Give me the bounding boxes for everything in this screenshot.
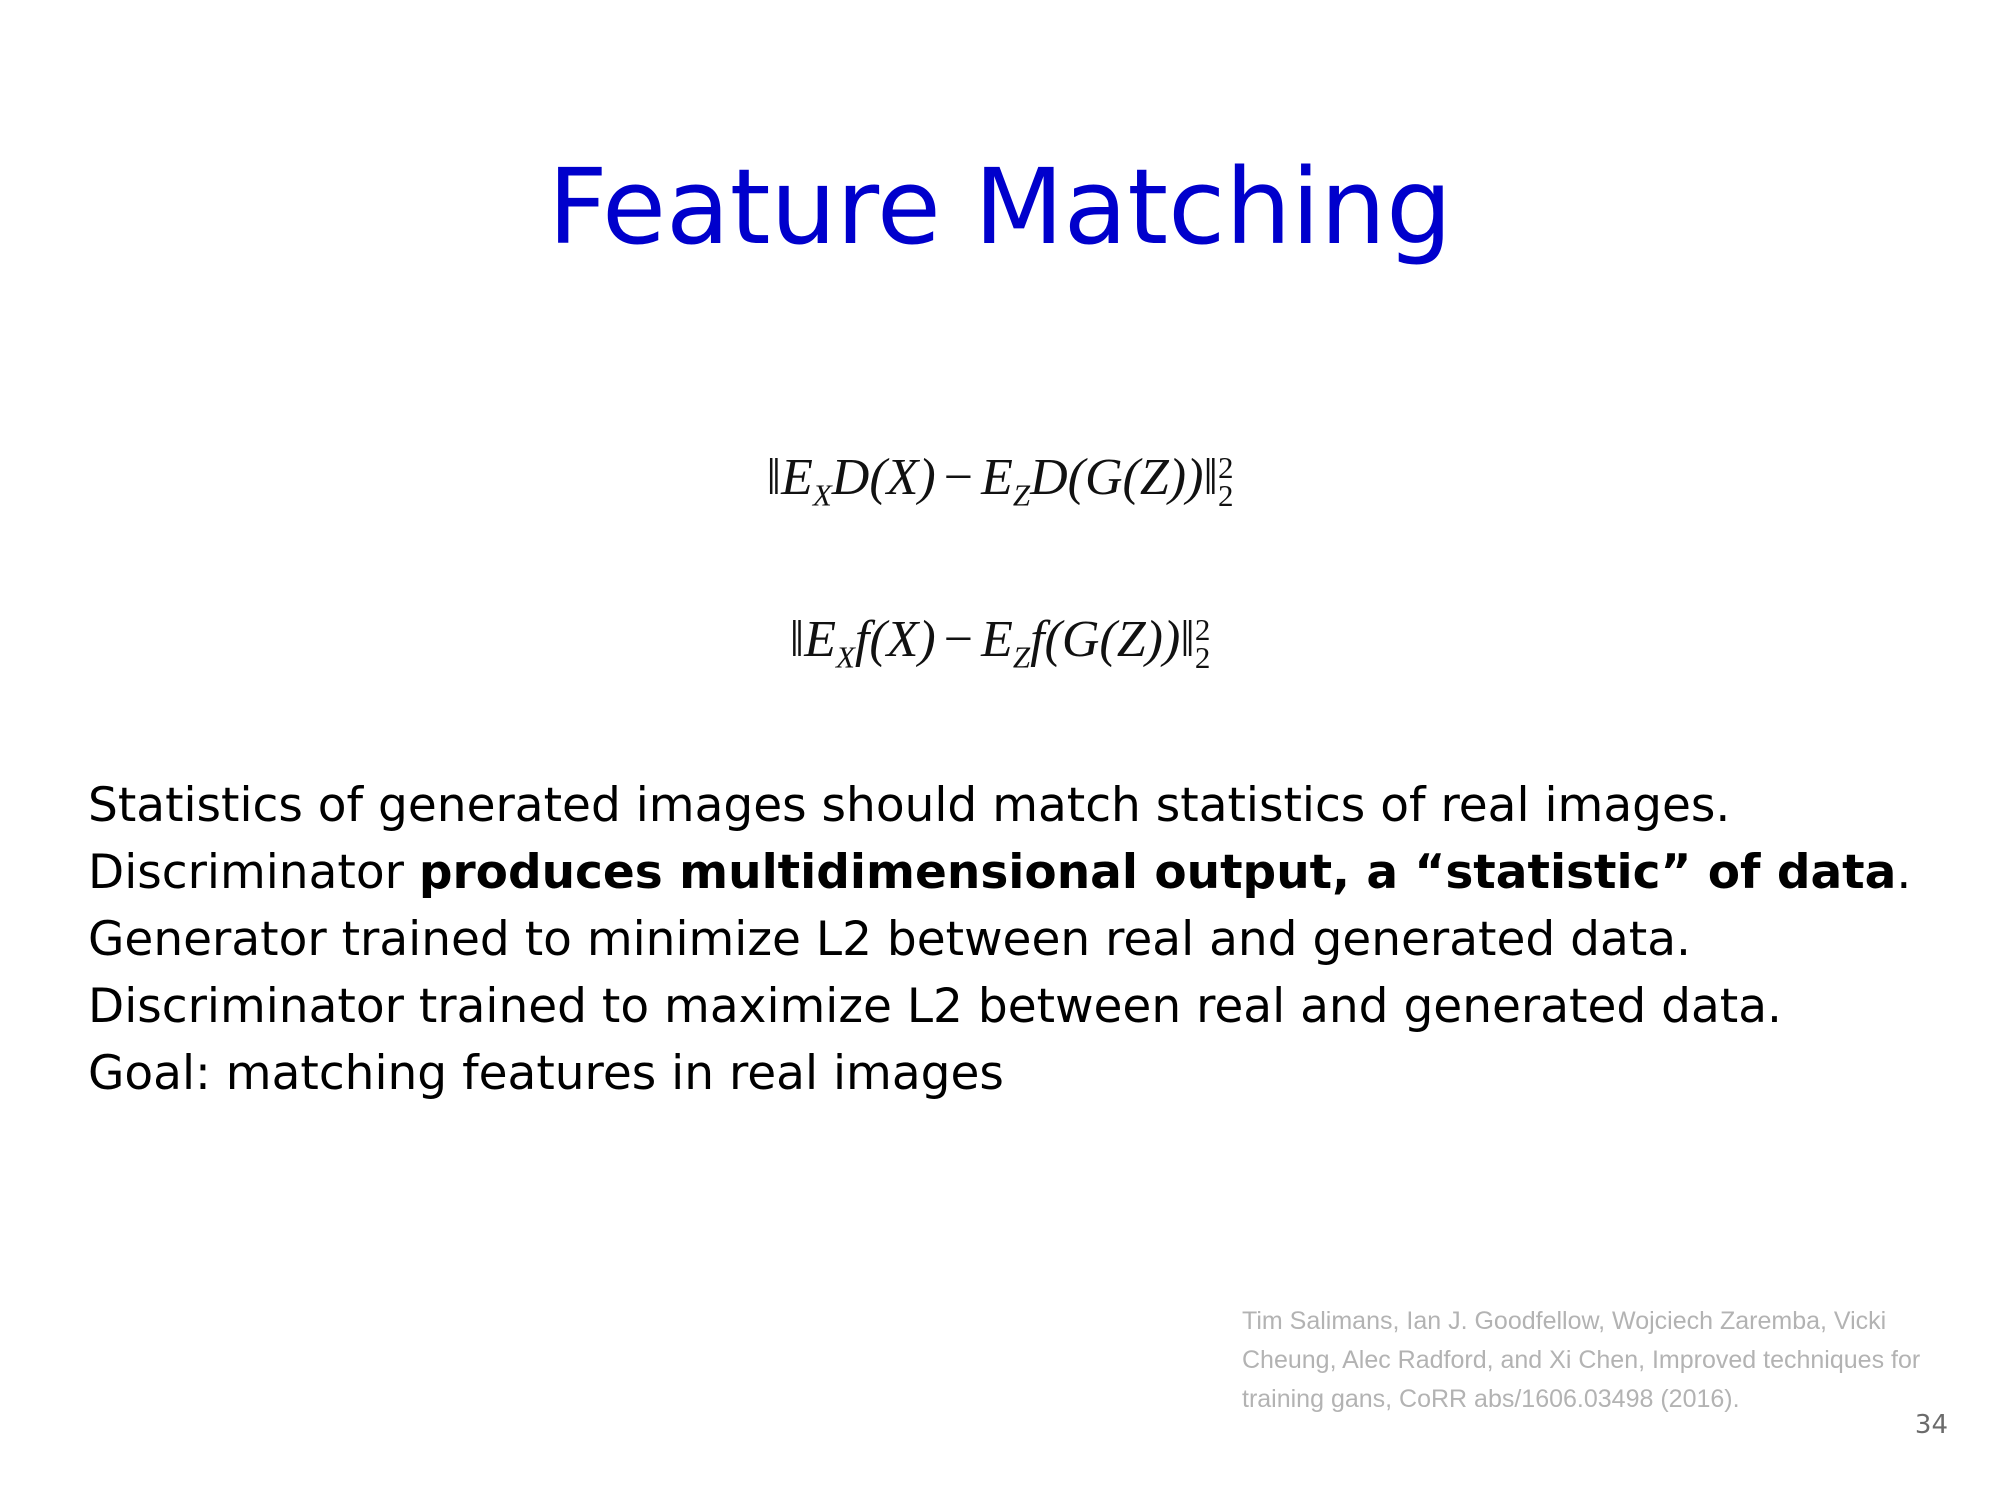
- body-line: Statistics of generated images should ma…: [88, 778, 1731, 833]
- body-bold-text: produces multidimensional output, a “sta…: [418, 845, 1897, 900]
- body-line: Goal: matching features in real images: [88, 1046, 1004, 1101]
- norm-exponent: 22: [1218, 452, 1234, 514]
- slide: Feature Matching ‖EXD(X) − EZD(G(Z))‖ 2 2 ‖E…: [0, 0, 2000, 1500]
- expectation-symbol: E: [781, 449, 813, 506]
- citation-line: Tim Salimans, Ian J. Goodfellow, Wojciec…: [1242, 1307, 1887, 1335]
- subscript: 2: [1194, 640, 1211, 676]
- slide-body: Statistics of generated images should ma…: [88, 772, 1948, 1107]
- expectation-symbol: E: [981, 611, 1013, 668]
- norm-close: ‖: [1203, 449, 1218, 506]
- function-term: f(G(Z)): [1030, 611, 1181, 668]
- function-term: f(X): [854, 611, 936, 668]
- body-line: Discriminator produces multidimensional …: [88, 839, 1948, 906]
- function-term: D(G(Z)): [1030, 449, 1204, 506]
- expectation-symbol: E: [981, 449, 1013, 506]
- body-line: Discriminator trained to maximize L2 bet…: [88, 979, 1782, 1034]
- subscript: 2: [1218, 478, 1234, 514]
- slide-title: Feature Matching: [547, 146, 1453, 268]
- equation-feature-output: ‖EXf(X) − EZf(G(Z))‖ 2 2: [0, 610, 2000, 675]
- expectation-symbol: E: [804, 611, 836, 668]
- norm-exponent: 22: [1194, 614, 1211, 676]
- citation-line: Cheung, Alec Radford, and Xi Chen, Impro…: [1242, 1346, 1921, 1374]
- equation-discriminator-output: ‖EXD(X) − EZD(G(Z))‖ 2 2: [0, 448, 2000, 513]
- body-line: Generator trained to minimize L2 between…: [88, 912, 1691, 967]
- minus-operator: −: [943, 611, 974, 668]
- function-term: D(X): [831, 449, 936, 506]
- page-number: 34: [1914, 1410, 1948, 1440]
- minus-operator: −: [943, 449, 974, 506]
- expectation-subscript: Z: [1012, 477, 1031, 513]
- citation-line: training gans, CoRR abs/1606.03498 (2016…: [1242, 1385, 1740, 1413]
- expectation-subscript: Z: [1012, 639, 1031, 675]
- norm-open: ‖: [789, 611, 805, 668]
- body-text: .: [1896, 845, 1912, 900]
- body-text: Discriminator: [88, 845, 419, 900]
- citation: Tim Salimans, Ian J. Goodfellow, Wojciec…: [1242, 1302, 2000, 1419]
- expectation-subscript: X: [812, 477, 832, 513]
- norm-close: ‖: [1180, 611, 1195, 668]
- norm-open: ‖: [766, 449, 782, 506]
- expectation-subscript: X: [835, 639, 855, 675]
